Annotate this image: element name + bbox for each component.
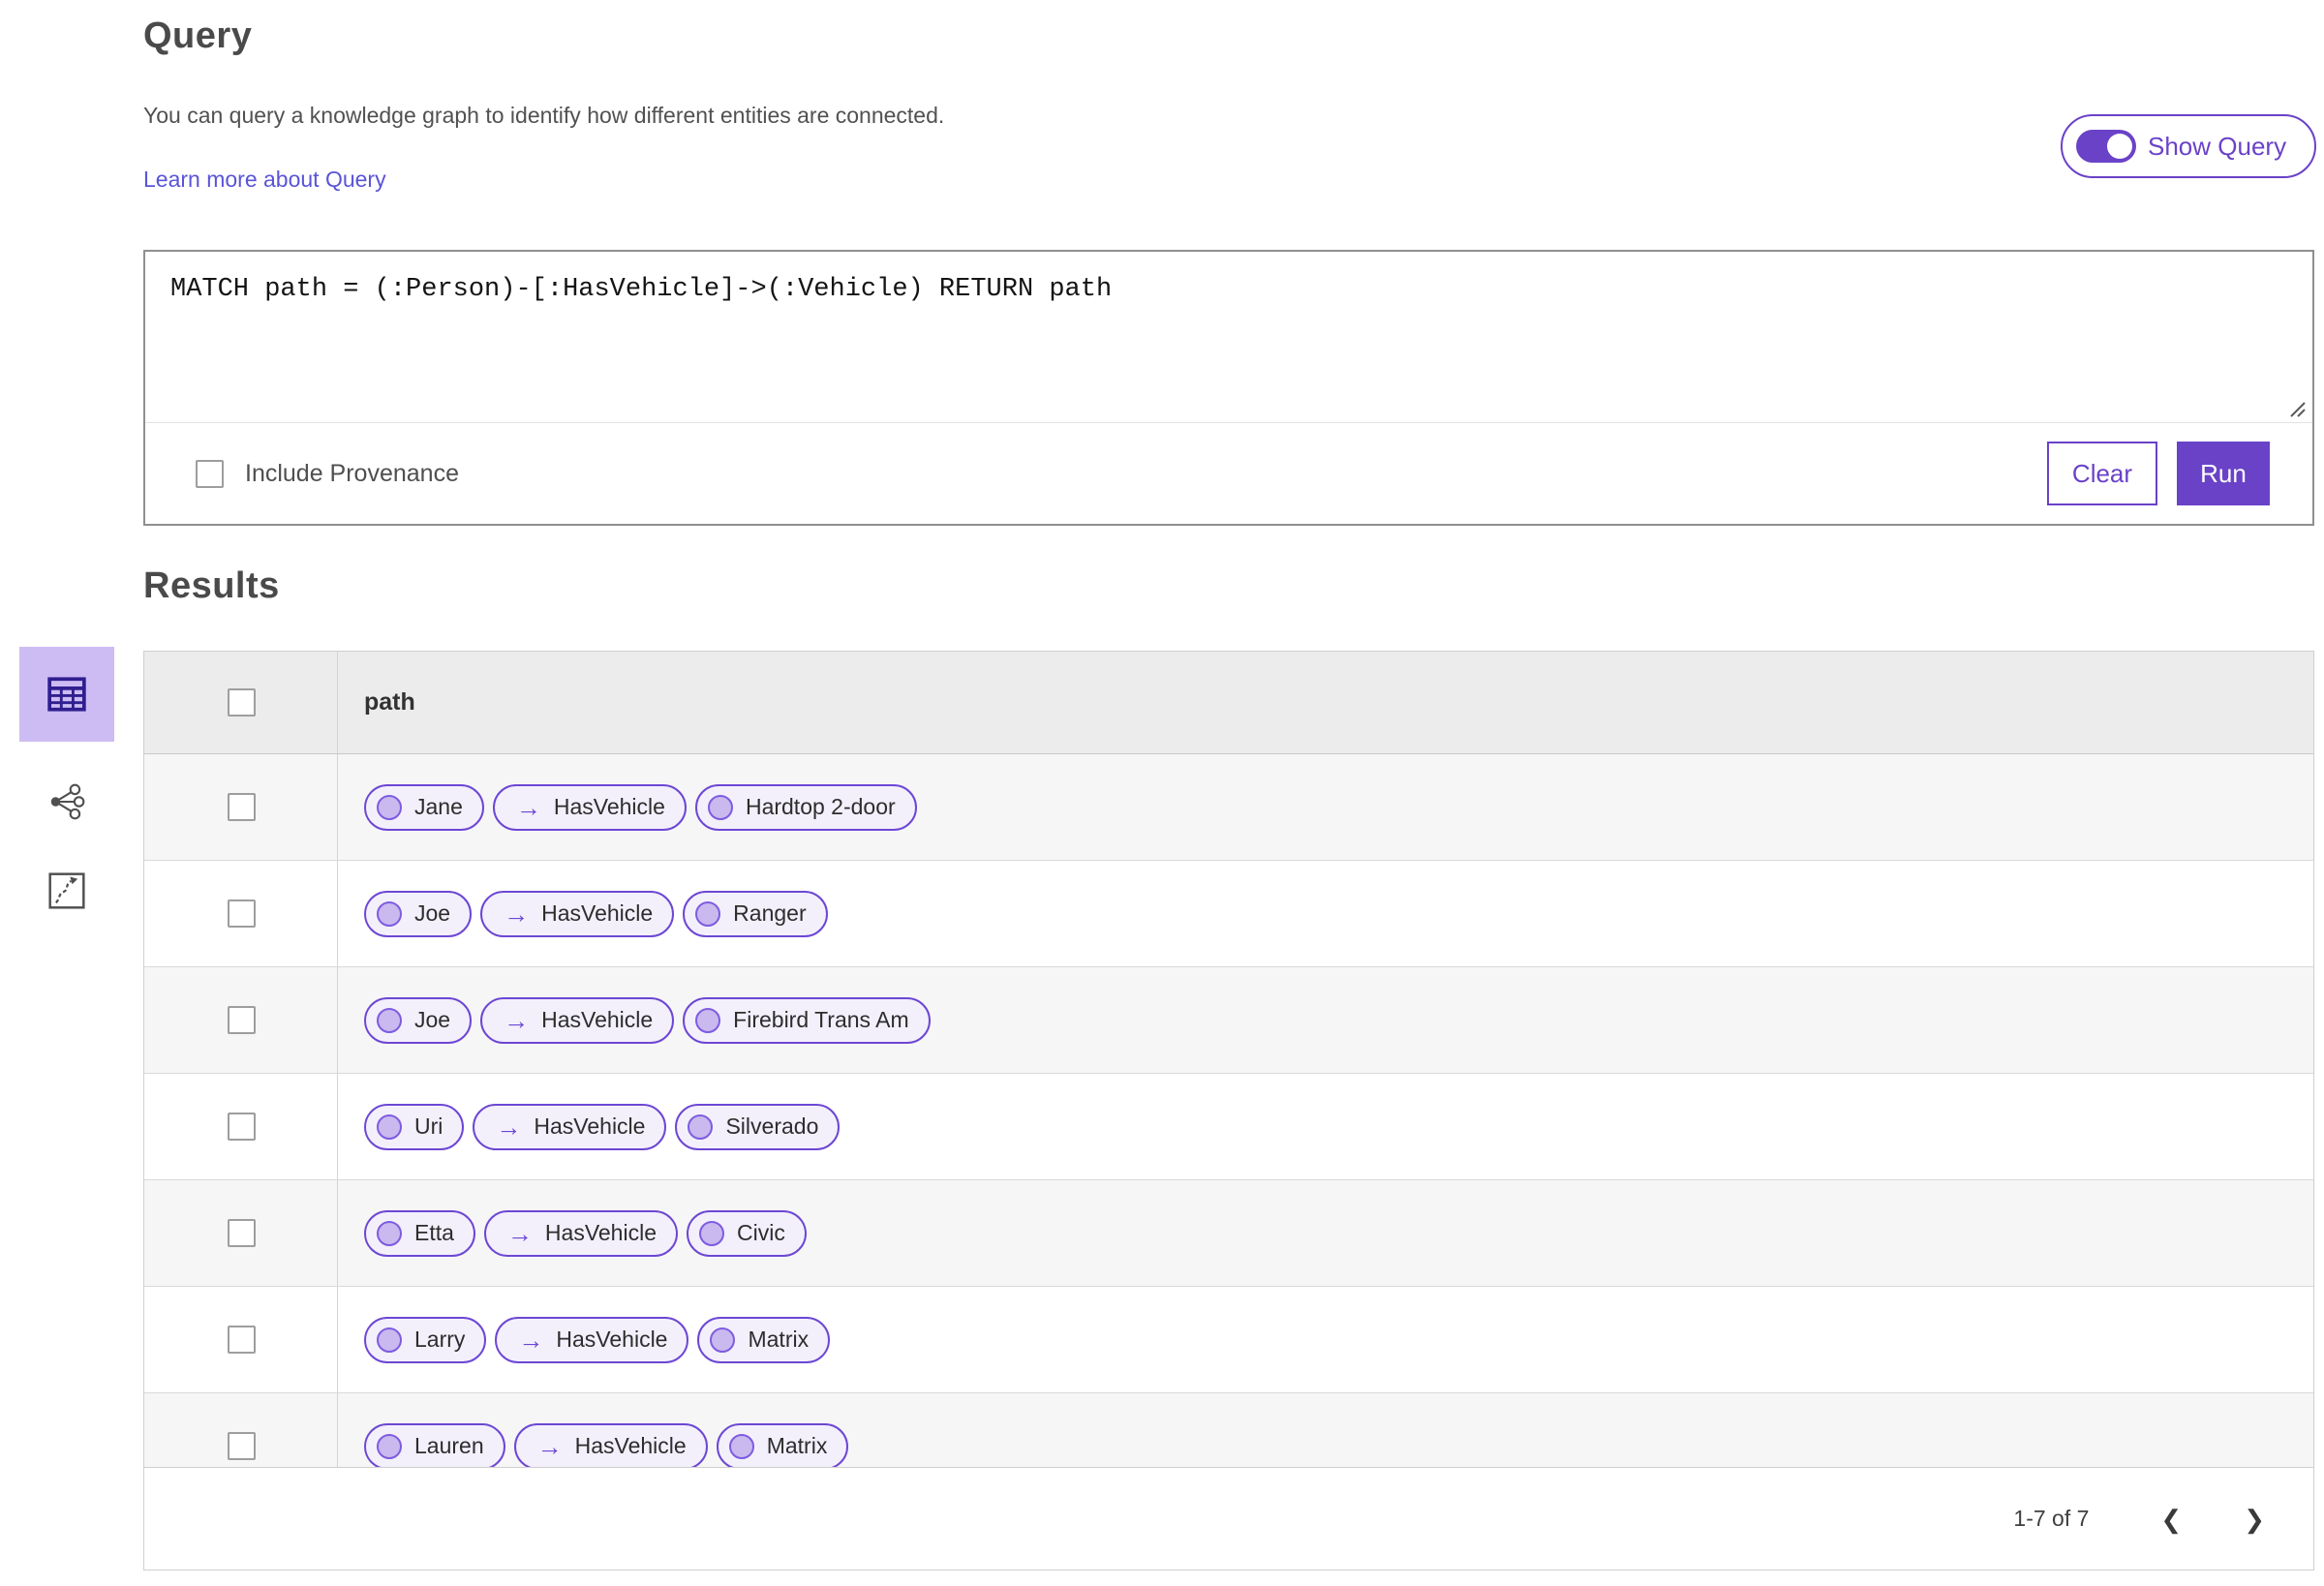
arrow-right-icon: → — [504, 1005, 530, 1035]
entity-pill[interactable]: Lauren — [364, 1422, 505, 1468]
relationship-pill[interactable]: → HasVehicle — [480, 890, 675, 937]
row-checkbox[interactable] — [228, 1326, 256, 1354]
arrow-right-icon: → — [496, 1112, 522, 1142]
map-view-icon — [48, 872, 85, 909]
row-checkbox[interactable] — [228, 1113, 256, 1141]
relationship-pill[interactable]: → HasVehicle — [473, 1103, 667, 1150]
include-provenance-option[interactable]: Include Provenance — [196, 459, 459, 488]
entity-node-icon — [710, 1327, 736, 1353]
link-chart-view-button[interactable] — [19, 773, 114, 831]
table-row: Joe → HasVehicle Firebird Trans Am — [144, 967, 2313, 1074]
query-panel-footer: Include Provenance Clear Run — [145, 422, 2312, 524]
table-row: Joe → HasVehicle Ranger — [144, 861, 2313, 967]
page-title: Query — [143, 15, 253, 56]
entity-pill[interactable]: Matrix — [716, 1422, 849, 1468]
entity-pill[interactable]: Civic — [687, 1209, 807, 1257]
entity-node-icon — [377, 900, 402, 927]
table-row: Larry → HasVehicle Matrix — [144, 1287, 2313, 1393]
page-description: You can query a knowledge graph to ident… — [143, 103, 945, 128]
previous-page-button[interactable]: ❮ — [2160, 1507, 2182, 1532]
relationship-pill[interactable]: → HasVehicle — [495, 1316, 689, 1363]
entity-pill[interactable]: Hardtop 2-door — [694, 783, 917, 831]
relationship-pill[interactable]: → HasVehicle — [513, 1422, 708, 1468]
results-title: Results — [143, 565, 280, 606]
entity-node-icon — [688, 1113, 714, 1140]
row-checkbox[interactable] — [228, 1432, 256, 1460]
resize-grip-icon[interactable] — [2285, 397, 2307, 418]
query-actions: Clear Run — [2047, 442, 2270, 505]
table-pagination: 1-7 of 7 ❮ ❯ — [144, 1467, 2313, 1570]
entity-pill[interactable]: Joe — [364, 890, 473, 937]
entity-node-icon — [699, 1220, 724, 1246]
entity-node-icon — [695, 900, 721, 927]
entity-pill[interactable]: Matrix — [697, 1316, 831, 1363]
select-all-checkbox[interactable] — [228, 688, 256, 717]
show-query-toggle[interactable]: Show Query — [2061, 114, 2316, 178]
arrow-right-icon: → — [504, 899, 530, 929]
entity-node-icon — [377, 1327, 402, 1353]
entity-pill[interactable]: Etta — [364, 1209, 475, 1257]
header-checkbox-cell — [144, 652, 338, 753]
entity-pill[interactable]: Firebird Trans Am — [683, 996, 931, 1044]
entity-pill[interactable]: Uri — [364, 1103, 465, 1150]
query-input[interactable]: MATCH path = (:Person)-[:HasVehicle]->(:… — [145, 252, 2312, 422]
path-column-header: path — [364, 688, 415, 716]
row-checkbox[interactable] — [228, 1006, 256, 1034]
entity-pill[interactable]: Joe — [364, 996, 473, 1044]
page-range-label: 1-7 of 7 — [2013, 1506, 2090, 1531]
entity-node-icon — [377, 1007, 402, 1033]
table-view-icon — [47, 677, 86, 712]
entity-pill[interactable]: Ranger — [683, 890, 828, 937]
learn-more-link[interactable]: Learn more about Query — [143, 167, 386, 193]
entity-node-icon — [695, 1007, 721, 1033]
link-chart-view-icon — [50, 783, 85, 820]
arrow-right-icon: → — [515, 792, 541, 822]
table-row: Uri → HasVehicle Silverado — [144, 1074, 2313, 1180]
table-row: Lauren → HasVehicle Matrix — [144, 1393, 2313, 1468]
row-checkbox[interactable] — [228, 793, 256, 821]
query-page: Query You can query a knowledge graph to… — [0, 0, 2324, 1586]
arrow-right-icon: → — [506, 1218, 533, 1248]
entity-node-icon — [707, 794, 733, 820]
table-row: Jane → HasVehicle Hardtop 2-door — [144, 754, 2313, 861]
entity-node-icon — [377, 1220, 402, 1246]
entity-pill[interactable]: Jane — [364, 783, 484, 831]
entity-node-icon — [377, 1113, 402, 1140]
relationship-pill[interactable]: → HasVehicle — [492, 783, 687, 831]
toggle-switch-icon[interactable] — [2076, 130, 2136, 163]
table-header-row: path — [144, 652, 2313, 754]
entity-node-icon — [377, 1433, 402, 1459]
query-panel: MATCH path = (:Person)-[:HasVehicle]->(:… — [143, 250, 2314, 526]
show-query-label: Show Query — [2148, 131, 2287, 161]
entity-node-icon — [728, 1433, 754, 1459]
results-view-switcher — [19, 647, 114, 920]
arrow-right-icon: → — [536, 1431, 563, 1461]
entity-node-icon — [377, 794, 402, 820]
results-table: path Jane → HasVehicle Hardtop 2-door Joe… — [143, 651, 2314, 1571]
relationship-pill[interactable]: → HasVehicle — [480, 996, 675, 1044]
include-provenance-label: Include Provenance — [245, 459, 459, 487]
include-provenance-checkbox[interactable] — [196, 459, 224, 488]
table-row: Etta → HasVehicle Civic — [144, 1180, 2313, 1287]
clear-button[interactable]: Clear — [2047, 442, 2157, 505]
arrow-right-icon: → — [518, 1325, 544, 1355]
entity-pill[interactable]: Larry — [364, 1316, 487, 1363]
row-checkbox[interactable] — [228, 900, 256, 928]
table-body: Jane → HasVehicle Hardtop 2-door Joe → Has… — [144, 754, 2313, 1468]
table-view-button[interactable] — [19, 647, 114, 742]
run-button[interactable]: Run — [2177, 442, 2270, 505]
entity-pill[interactable]: Silverado — [675, 1103, 841, 1150]
relationship-pill[interactable]: → HasVehicle — [483, 1209, 678, 1257]
row-checkbox[interactable] — [228, 1219, 256, 1247]
map-view-button[interactable] — [19, 862, 114, 920]
next-page-button[interactable]: ❯ — [2244, 1507, 2265, 1532]
